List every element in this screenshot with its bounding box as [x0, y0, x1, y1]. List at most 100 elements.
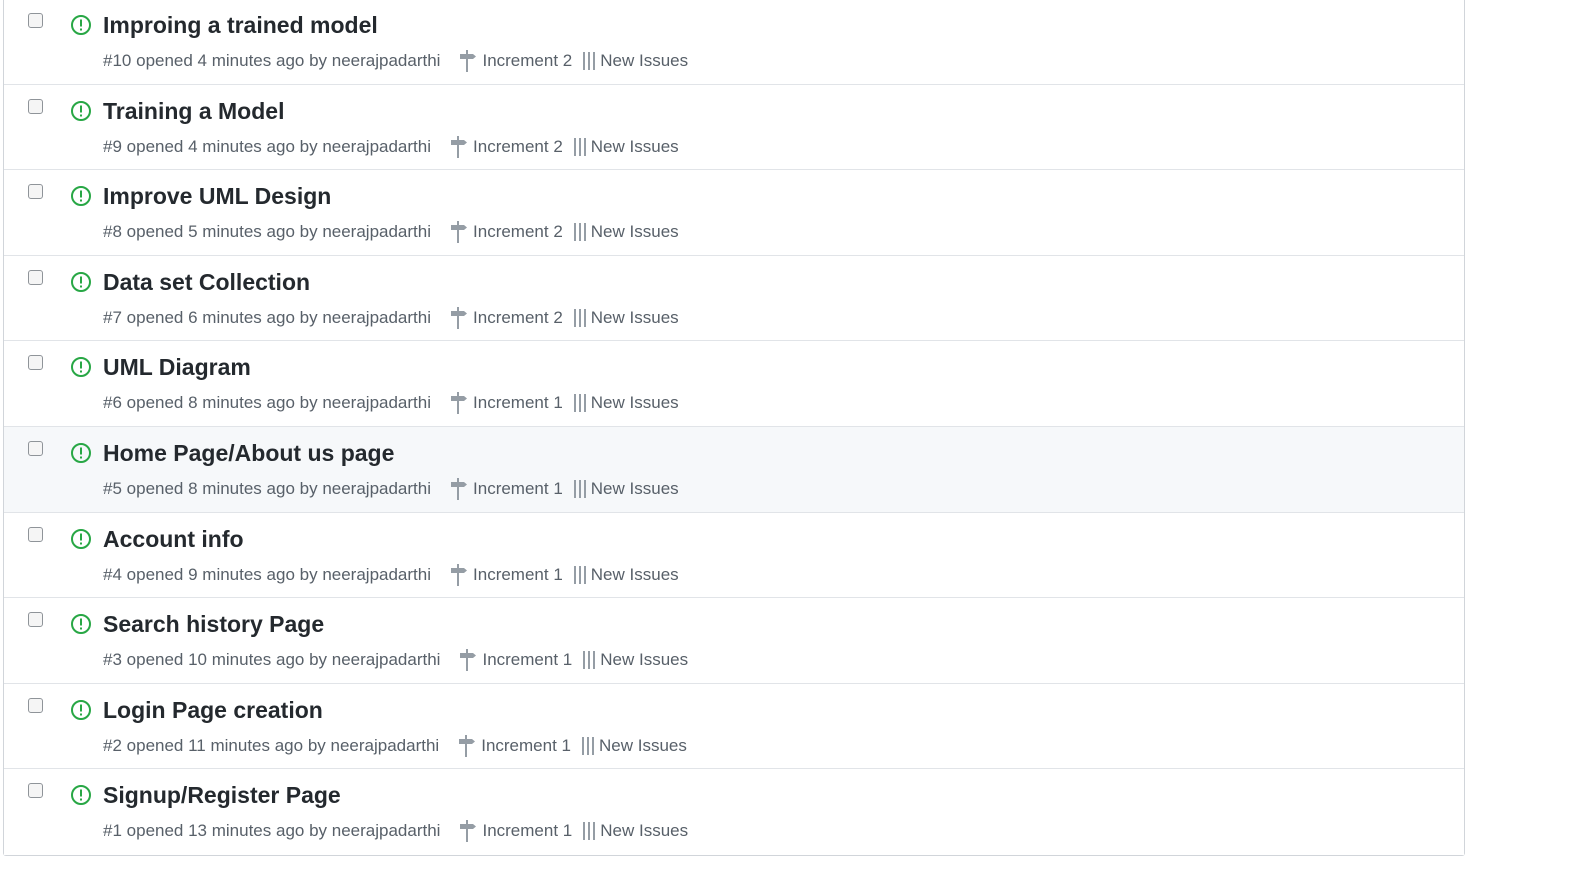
issue-meta: #7 opened 6 minutes ago by neerajpadarth… [103, 306, 679, 329]
milestone-link[interactable]: Increment 2 [458, 50, 572, 72]
select-checkbox[interactable] [28, 98, 43, 114]
project-link[interactable]: New Issues [582, 51, 688, 71]
issue-opened-icon [71, 699, 91, 720]
project-link[interactable]: New Issues [573, 393, 679, 413]
issue-opened-icon [71, 100, 91, 121]
milestone-link[interactable]: Increment 1 [449, 563, 563, 586]
milestone-label: Increment 1 [473, 393, 563, 413]
issue-title-link[interactable]: Data set Collection [103, 269, 310, 296]
author-link[interactable]: neerajpadarthi [332, 650, 441, 670]
issue-row[interactable]: Search history Page #3 opened 10 minutes… [4, 598, 1464, 684]
milestone-link[interactable]: Increment 1 [457, 734, 571, 757]
issue-row[interactable]: Login Page creation #2 opened 11 minutes… [4, 683, 1464, 770]
milestone-link[interactable]: Increment 2 [449, 221, 563, 244]
project-link[interactable]: New Issues [573, 565, 679, 585]
issue-opened-icon [71, 271, 91, 292]
milestone-label: Increment 1 [473, 564, 563, 584]
issue-opened-text: opened 8 minutes ago by [126, 393, 318, 413]
milestone-icon [451, 563, 468, 586]
project-icon [583, 822, 596, 841]
issue-row[interactable]: Improve UML Design #8 opened 5 minutes a… [4, 170, 1464, 256]
select-checkbox[interactable] [28, 440, 43, 456]
issue-meta: #1 opened 13 minutes ago by neerajpadart… [103, 820, 688, 843]
issue-meta: #5 opened 8 minutes ago by neerajpadarth… [103, 477, 679, 500]
milestone-link[interactable]: Increment 1 [449, 477, 563, 500]
milestone-icon [460, 820, 477, 843]
issue-row[interactable]: Improing a trained model #10 opened 4 mi… [4, 0, 1464, 85]
milestone-link[interactable]: Increment 1 [449, 392, 563, 415]
project-link[interactable]: New Issues [573, 479, 679, 499]
author-link[interactable]: neerajpadarthi [322, 479, 431, 499]
project-icon [573, 565, 586, 584]
issue-number: #8 [103, 222, 122, 242]
issue-title-link[interactable]: UML Diagram [103, 354, 251, 381]
author-link[interactable]: neerajpadarthi [322, 137, 431, 157]
issue-row[interactable]: UML Diagram #6 opened 8 minutes ago by n… [4, 341, 1464, 427]
issue-list: Improing a trained model #10 opened 4 mi… [3, 0, 1465, 856]
project-label: New Issues [590, 564, 679, 584]
project-label: New Issues [590, 222, 679, 242]
issue-opened-icon [71, 614, 91, 635]
project-link[interactable]: New Issues [573, 222, 679, 242]
issue-number: #7 [103, 307, 122, 327]
project-link[interactable]: New Issues [581, 736, 687, 756]
issue-meta: #3 opened 10 minutes ago by neerajpadart… [103, 649, 688, 672]
author-link[interactable]: neerajpadarthi [322, 222, 431, 242]
milestone-link[interactable]: Increment 2 [449, 306, 563, 329]
issue-meta: #9 opened 4 minutes ago by neerajpadarth… [103, 135, 679, 158]
issue-title-link[interactable]: Account info [103, 526, 244, 553]
issue-title-link[interactable]: Signup/Register Page [103, 782, 341, 809]
issue-title-link[interactable]: Search history Page [103, 611, 324, 638]
issue-meta: #10 opened 4 minutes ago by neerajpadart… [103, 50, 688, 72]
milestone-link[interactable]: Increment 1 [458, 820, 572, 843]
select-checkbox[interactable] [28, 783, 43, 799]
issue-row[interactable]: Home Page/About us page #5 opened 8 minu… [4, 426, 1464, 513]
issue-opened-text: opened 11 minutes ago by [126, 735, 326, 755]
select-checkbox[interactable] [28, 184, 43, 200]
select-checkbox[interactable] [28, 269, 43, 285]
issue-row[interactable]: Account info #4 opened 9 minutes ago by … [4, 512, 1464, 599]
issue-row[interactable]: Training a Model #9 opened 4 minutes ago… [4, 84, 1464, 171]
select-checkbox[interactable] [28, 612, 43, 628]
milestone-link[interactable]: Increment 1 [458, 649, 572, 672]
project-icon [573, 223, 586, 242]
select-checkbox[interactable] [28, 13, 43, 28]
issue-title-link[interactable]: Improve UML Design [103, 183, 331, 210]
author-link[interactable]: neerajpadarthi [322, 393, 431, 413]
milestone-icon [459, 734, 476, 757]
issue-title-link[interactable]: Training a Model [103, 98, 284, 125]
select-checkbox[interactable] [28, 526, 43, 542]
milestone-link[interactable]: Increment 2 [449, 135, 563, 158]
milestone-icon [451, 306, 468, 329]
project-link[interactable]: New Issues [573, 137, 679, 157]
issue-opened-icon [71, 186, 91, 207]
issue-opened-icon [71, 357, 91, 378]
issue-meta: #2 opened 11 minutes ago by neerajpadart… [103, 734, 687, 757]
project-label: New Issues [590, 478, 679, 498]
project-link[interactable]: New Issues [573, 308, 679, 328]
author-link[interactable]: neerajpadarthi [332, 51, 441, 71]
issue-number: #6 [103, 393, 122, 413]
author-link[interactable]: neerajpadarthi [322, 308, 431, 328]
milestone-label: Increment 2 [473, 222, 563, 242]
project-icon [573, 394, 586, 413]
milestone-icon [460, 649, 477, 672]
select-checkbox[interactable] [28, 697, 43, 713]
issue-row[interactable]: Signup/Register Page #1 opened 13 minute… [4, 769, 1464, 855]
issue-number: #5 [103, 478, 122, 498]
author-link[interactable]: neerajpadarthi [331, 736, 440, 756]
select-checkbox[interactable] [28, 355, 43, 371]
issue-meta: #8 opened 5 minutes ago by neerajpadarth… [103, 221, 679, 244]
issue-title-link[interactable]: Improing a trained model [103, 12, 378, 39]
issue-title-link[interactable]: Home Page/About us page [103, 440, 394, 467]
author-link[interactable]: neerajpadarthi [322, 565, 431, 585]
project-link[interactable]: New Issues [582, 650, 688, 670]
milestone-icon [451, 135, 468, 158]
issue-opened-icon [71, 785, 91, 806]
milestone-label: Increment 2 [473, 136, 563, 156]
issue-row[interactable]: Data set Collection #7 opened 6 minutes … [4, 255, 1464, 342]
issue-meta: #6 opened 8 minutes ago by neerajpadarth… [103, 392, 679, 415]
project-link[interactable]: New Issues [582, 821, 688, 841]
author-link[interactable]: neerajpadarthi [332, 821, 441, 841]
issue-title-link[interactable]: Login Page creation [103, 697, 323, 724]
